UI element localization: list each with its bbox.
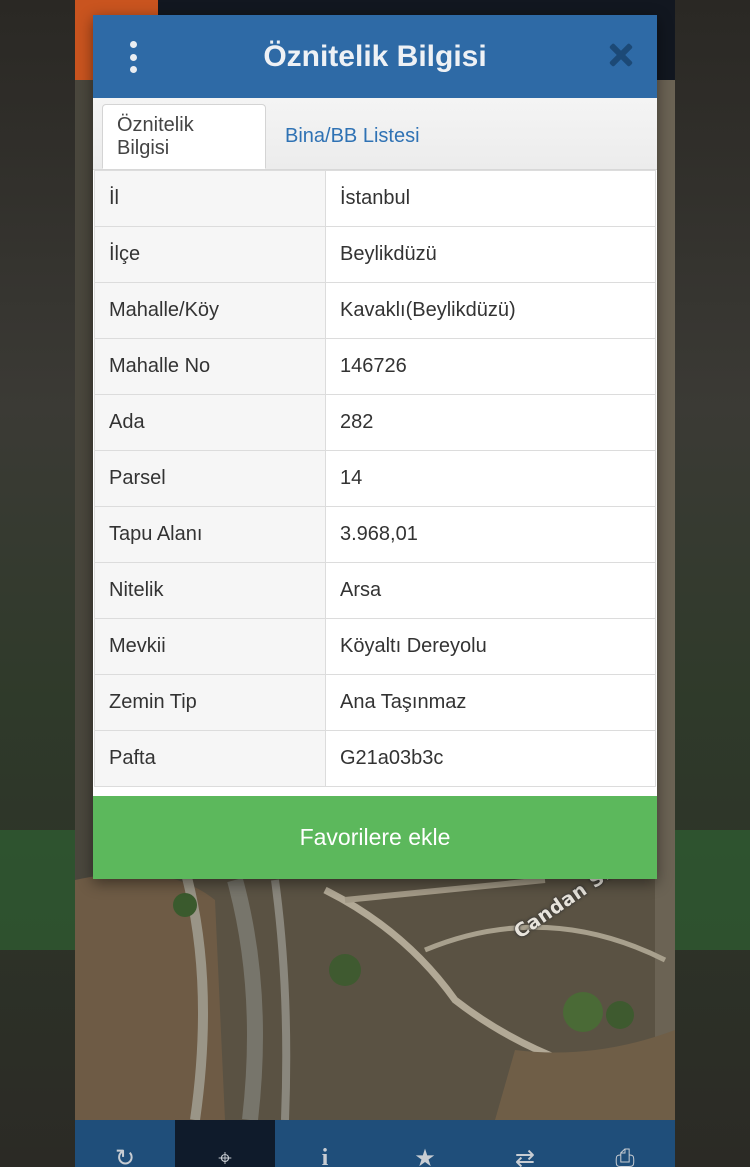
table-row: İlçe Beylikdüzü (94, 226, 656, 283)
attribute-key: Ada (94, 394, 326, 451)
dialog-header: Öznitelik Bilgisi (93, 15, 657, 98)
attribute-key: Mahalle No (94, 338, 326, 395)
attribute-key: Tapu Alanı (94, 506, 326, 563)
table-row: Pafta G21a03b3c (94, 730, 656, 787)
swap-arrows-icon[interactable]: ⇄ (475, 1120, 575, 1167)
attribute-key: Pafta (94, 730, 326, 787)
tab-building-list[interactable]: Bina/BB Listesi (271, 104, 434, 168)
table-row: Nitelik Arsa (94, 562, 656, 619)
attribute-key: İlçe (94, 226, 326, 283)
attribute-value: 14 (325, 450, 656, 507)
blurred-background-right-accent (675, 830, 750, 950)
attribute-key: Parsel (94, 450, 326, 507)
attribute-key: Zemin Tip (94, 674, 326, 731)
table-row: Mahalle/Köy Kavaklı(Beylikdüzü) (94, 282, 656, 339)
table-row: Mahalle No 146726 (94, 338, 656, 395)
blurred-background-left-accent (0, 830, 75, 950)
table-row: İl İstanbul (94, 170, 656, 227)
attribute-value: Arsa (325, 562, 656, 619)
dialog-title: Öznitelik Bilgisi (263, 39, 487, 73)
attribute-value: Köyaltı Dereyolu (325, 618, 656, 675)
tab-attribute-info[interactable]: Öznitelik Bilgisi (102, 104, 266, 169)
add-to-favorites-button[interactable]: Favorilere ekle (93, 796, 657, 879)
attribute-value: 146726 (325, 338, 656, 395)
table-row: Zemin Tip Ana Taşınmaz (94, 674, 656, 731)
table-row: Mevkii Köyaltı Dereyolu (94, 618, 656, 675)
more-vertical-icon[interactable] (123, 41, 143, 73)
attribute-value: 282 (325, 394, 656, 451)
table-row: Parsel 14 (94, 450, 656, 507)
attribute-key: Mevkii (94, 618, 326, 675)
attribute-value: 3.968,01 (325, 506, 656, 563)
table-row: Tapu Alanı 3.968,01 (94, 506, 656, 563)
close-icon[interactable] (607, 41, 635, 69)
info-icon[interactable]: i (275, 1120, 375, 1167)
attribute-value: Ana Taşınmaz (325, 674, 656, 731)
blurred-background-right (675, 0, 750, 1167)
tab-bar: Öznitelik Bilgisi Bina/BB Listesi (93, 98, 657, 170)
blurred-background-left (0, 0, 75, 1167)
print-icon[interactable]: ⎙ (575, 1120, 675, 1167)
table-row: Ada 282 (94, 394, 656, 451)
app-screen: Candan Sk ↻ ⌖ i ★ ⇄ ⎙ Öznitelik Bilgisi … (0, 0, 750, 1167)
attribute-value: Beylikdüzü (325, 226, 656, 283)
attribute-value: Kavaklı(Beylikdüzü) (325, 282, 656, 339)
bottom-toolbar: ↻ ⌖ i ★ ⇄ ⎙ (75, 1120, 675, 1167)
attribute-info-dialog: Öznitelik Bilgisi Öznitelik Bilgisi Bina… (93, 15, 657, 879)
refresh-icon[interactable]: ↻ (75, 1120, 175, 1167)
attribute-table: İl İstanbul İlçe Beylikdüzü Mahalle/Köy … (94, 170, 656, 787)
attribute-key: Nitelik (94, 562, 326, 619)
crosshair-icon[interactable]: ⌖ (175, 1120, 275, 1167)
star-icon[interactable]: ★ (375, 1120, 475, 1167)
attribute-key: Mahalle/Köy (94, 282, 326, 339)
attribute-value: G21a03b3c (325, 730, 656, 787)
attribute-key: İl (94, 170, 326, 227)
attribute-value: İstanbul (325, 170, 656, 227)
